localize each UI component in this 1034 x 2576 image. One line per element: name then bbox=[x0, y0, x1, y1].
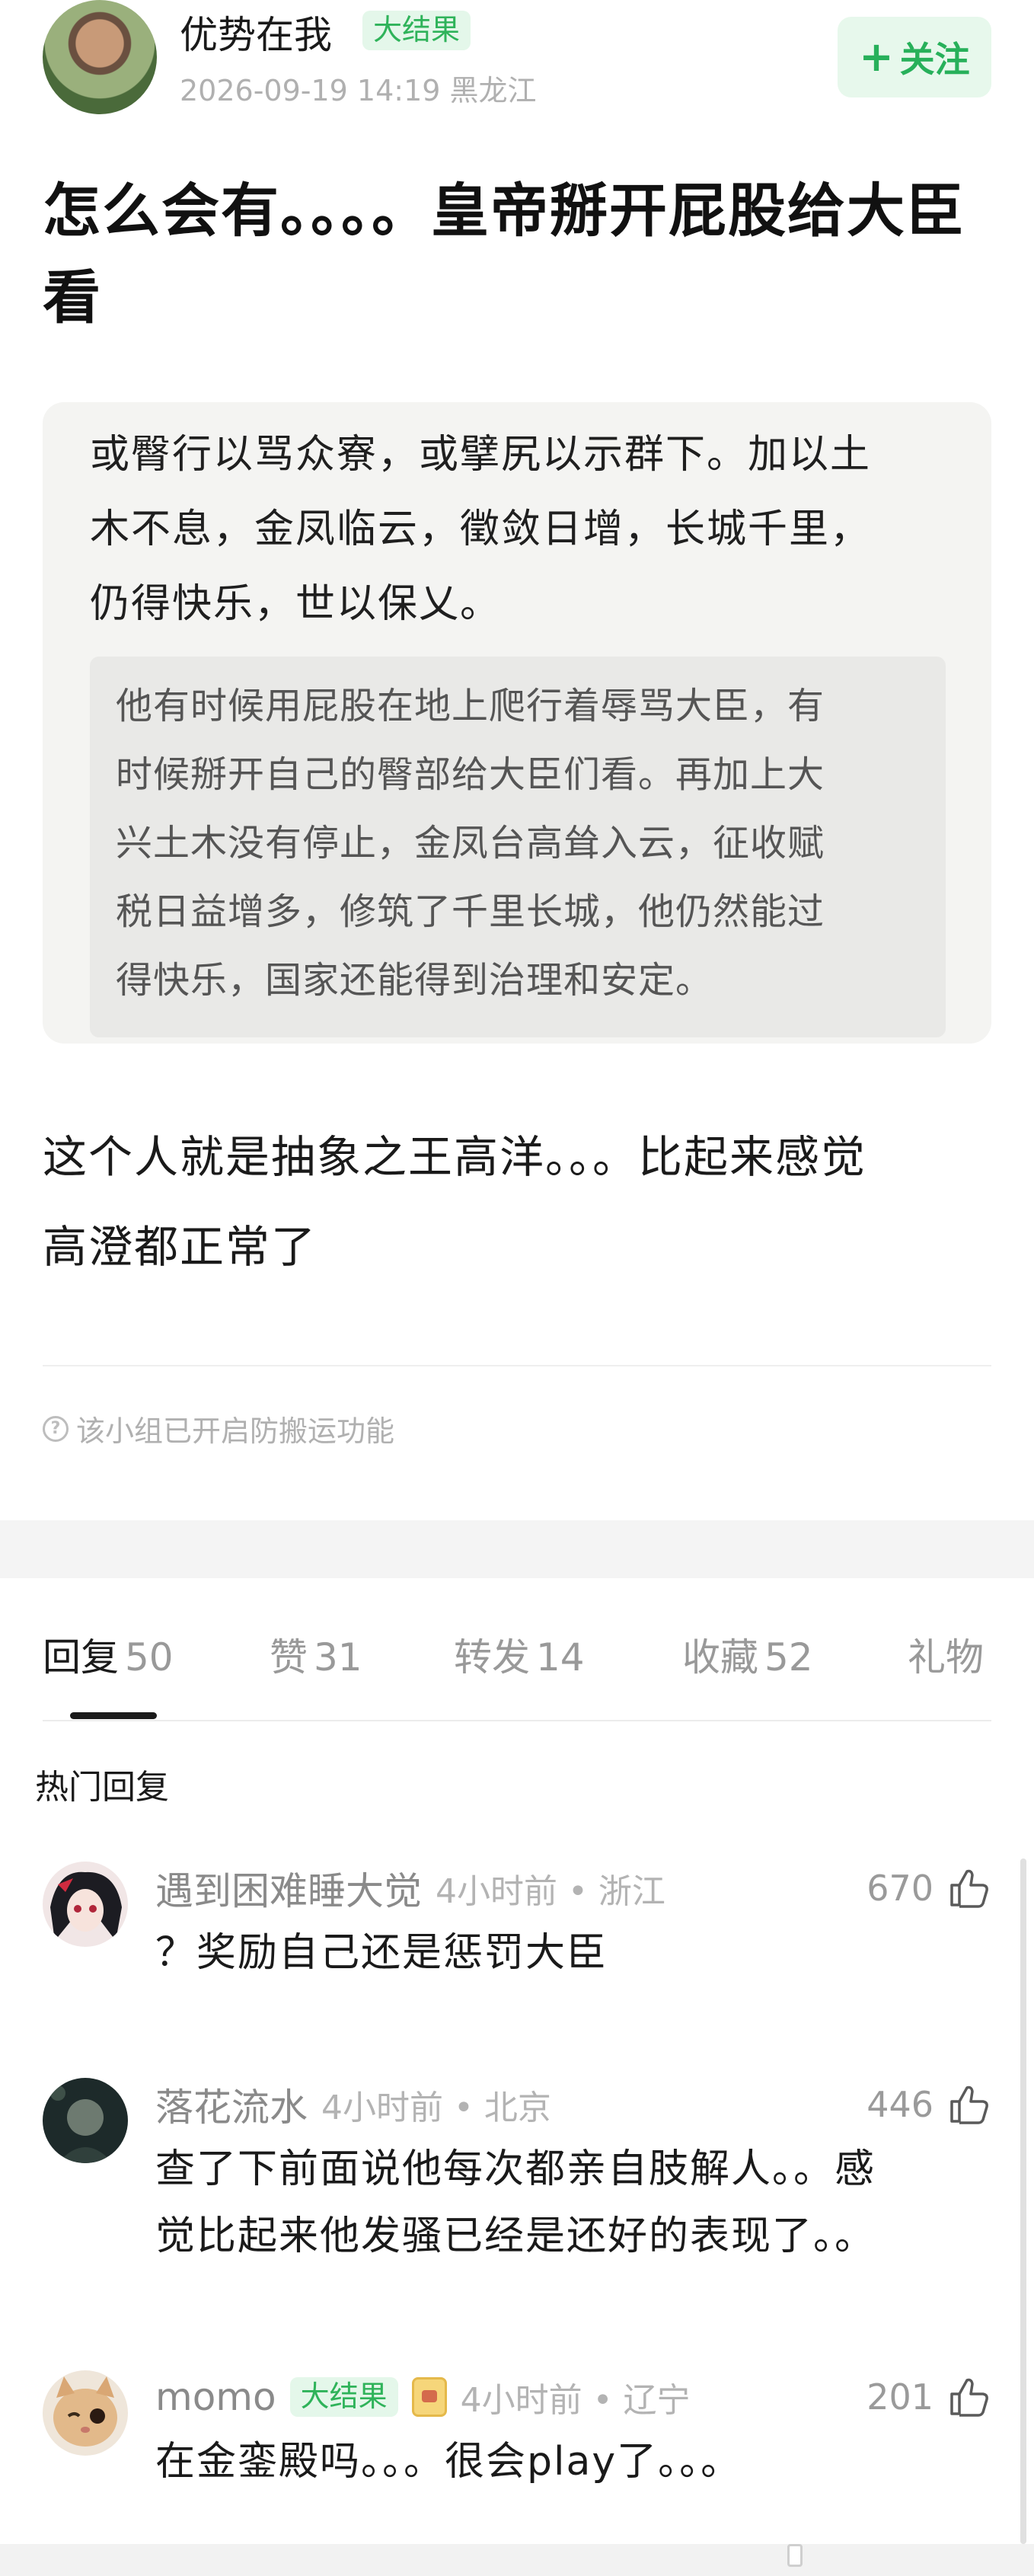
tab-count: 52 bbox=[764, 1635, 813, 1680]
translation-line: 他有时候用屁股在地上爬行着辱骂大臣，有 bbox=[116, 685, 825, 727]
comment-meta: 4小时前 • 浙江 bbox=[436, 1872, 665, 1911]
like-control[interactable]: 670 bbox=[866, 1862, 991, 1915]
tab-likes[interactable]: 赞 31 bbox=[270, 1627, 362, 1682]
tab-count: 31 bbox=[314, 1635, 362, 1680]
avatar-image bbox=[43, 1862, 128, 1947]
translation-line: 税日益增多，修筑了千里长城，他仍然能过 bbox=[116, 890, 825, 933]
quote-line-text: 或臀行以骂众寮，或擘尻以示群下。加以土 bbox=[90, 432, 872, 478]
level-medal-icon bbox=[411, 2377, 447, 2417]
author-badge: 大结果 bbox=[362, 11, 471, 50]
follow-label: 关注 bbox=[899, 39, 970, 80]
bottom-bar bbox=[0, 2544, 1034, 2576]
translation-box: 他有时候用屁股在地上爬行着辱骂大臣，有 时候掰开自己的臀部给大臣们看。再加上大 … bbox=[90, 657, 946, 1037]
like-control[interactable]: 201 bbox=[866, 2370, 991, 2424]
comment-header: 遇到困难睡大觉 4小时前 • 浙江 bbox=[155, 1862, 665, 1915]
like-control[interactable]: 446 bbox=[866, 2078, 991, 2131]
comment-text: ？奖励自己还是惩罚大臣 bbox=[155, 1919, 993, 1986]
tab-count: 50 bbox=[125, 1635, 174, 1680]
commenter-name[interactable]: 遇到困难睡大觉 bbox=[155, 1861, 422, 1916]
comment-item: momo 大结果 4小时前 • 辽宁 201 在金銮殿吗。。。很会play了。。… bbox=[43, 2370, 991, 2500]
quote-line: 仍得快乐，世以保乂。 bbox=[90, 567, 965, 641]
author-avatar[interactable] bbox=[43, 0, 157, 114]
commenter-name[interactable]: momo bbox=[155, 2375, 276, 2419]
hot-replies-heading: 热门回复 bbox=[35, 1768, 169, 1807]
like-count: 446 bbox=[866, 2084, 933, 2125]
translation-line: 得快乐，国家还能得到治理和安定。 bbox=[116, 959, 713, 1002]
tab-label: 回复 bbox=[43, 1635, 119, 1680]
quote-card: 或臀行以骂众寮，或擘尻以示群下。加以土 木不息，金凤临云，徵敛日增，长城千里， … bbox=[43, 402, 991, 1044]
author-name[interactable]: 优势在我 bbox=[180, 5, 332, 59]
post-body: 这个人就是抽象之王高洋。。。比起来感觉 高澄都正常了 bbox=[43, 1112, 1002, 1292]
post-timestamp-location: 2026-09-19 14:19 黑龙江 bbox=[180, 74, 537, 107]
comment-header: 落花流水 4小时前 • 北京 bbox=[155, 2078, 551, 2131]
comment-meta: 4小时前 • 辽宁 bbox=[460, 2381, 691, 2420]
thumbs-up-icon bbox=[950, 2378, 988, 2417]
body-line: 这个人就是抽象之王高洋。。。比起来感觉 bbox=[43, 1131, 867, 1183]
tab-count: 14 bbox=[536, 1635, 585, 1680]
quote-line-text: 仍得快乐，世以保乂。 bbox=[90, 581, 502, 627]
comment-line: 觉比起来他发骚已经是还好的表现了。。 bbox=[155, 2213, 876, 2259]
comment-line: 查了下前面说他每次都亲自肢解人。。感 bbox=[155, 2146, 876, 2192]
comment-meta: 4小时前 • 北京 bbox=[321, 2089, 551, 2127]
divider bbox=[43, 1365, 991, 1366]
interaction-tabs: 回复 50 赞 31 转发 14 收藏 52 礼物 bbox=[43, 1627, 991, 1719]
tab-reposts[interactable]: 转发 14 bbox=[454, 1627, 585, 1682]
comment-text: 查了下前面说他每次都亲自肢解人。。感 觉比起来他发骚已经是还好的表现了。。 bbox=[155, 2136, 993, 2270]
commenter-avatar[interactable] bbox=[43, 1862, 128, 1947]
commenter-name[interactable]: 落花流水 bbox=[155, 2077, 308, 2132]
tab-label: 礼物 bbox=[908, 1635, 984, 1680]
follow-button[interactable]: + 关注 bbox=[838, 17, 991, 97]
anti-repost-notice: ? 该小组已开启防搬运功能 bbox=[43, 1408, 394, 1449]
section-separator bbox=[0, 1520, 1034, 1578]
like-count: 670 bbox=[866, 1868, 933, 1909]
home-indicator bbox=[787, 2544, 803, 2567]
comment-item: 落花流水 4小时前 • 北京 446 查了下前面说他每次都亲自肢解人。。感 觉比… bbox=[43, 2078, 991, 2268]
help-circle-icon: ? bbox=[43, 1415, 69, 1442]
tabs-divider bbox=[43, 1720, 991, 1721]
commenter-avatar[interactable] bbox=[43, 2370, 128, 2456]
notice-text: 该小组已开启防搬运功能 bbox=[76, 1414, 395, 1448]
like-count: 201 bbox=[866, 2376, 933, 2418]
avatar-image bbox=[43, 2370, 128, 2456]
commenter-badge: 大结果 bbox=[289, 2377, 398, 2417]
translation-line: 时候掰开自己的臀部给大臣们看。再加上大 bbox=[116, 753, 825, 796]
comment-line: ？奖励自己还是惩罚大臣 bbox=[155, 1930, 608, 1976]
quote-line: 或臀行以骂众寮，或擘尻以示群下。加以土 bbox=[90, 417, 965, 492]
quote-line-text: 木不息，金凤临云，徵敛日增，长城千里， bbox=[90, 507, 872, 552]
avatar-image bbox=[43, 2078, 128, 2163]
thumbs-up-icon bbox=[950, 2085, 988, 2124]
active-tab-indicator bbox=[70, 1712, 157, 1719]
plus-icon: + bbox=[859, 33, 894, 81]
tab-label: 收藏 bbox=[682, 1635, 758, 1680]
body-line: 高澄都正常了 bbox=[43, 1221, 318, 1273]
commenter-avatar[interactable] bbox=[43, 2078, 128, 2163]
thumbs-up-icon bbox=[950, 1869, 988, 1908]
tab-favorites[interactable]: 收藏 52 bbox=[682, 1627, 813, 1682]
tab-label: 转发 bbox=[454, 1635, 530, 1680]
comment-line: 在金銮殿吗。。。很会play了。。。 bbox=[155, 2439, 742, 2485]
author-header: 优势在我 大结果 2026-09-19 14:19 黑龙江 + 关注 bbox=[43, 0, 991, 122]
tab-gifts[interactable]: 礼物 bbox=[908, 1627, 984, 1682]
comment-item: 遇到困难睡大觉 4小时前 • 浙江 670 ？奖励自己还是惩罚大臣 bbox=[43, 1862, 991, 1976]
translation-line: 兴土木没有停止，金凤台高耸入云，征收赋 bbox=[116, 822, 825, 865]
quote-original: 或臀行以骂众寮，或擘尻以示群下。加以土 木不息，金凤临云，徵敛日增，长城千里， … bbox=[90, 417, 965, 641]
post-title: 怎么会有。。。。皇帝掰开屁股给大臣看 bbox=[43, 177, 965, 331]
comment-text: 在金銮殿吗。。。很会play了。。。 bbox=[155, 2428, 993, 2495]
quote-line: 木不息，金凤临云，徵敛日增，长城千里， bbox=[90, 492, 965, 567]
comment-header: momo 大结果 4小时前 • 辽宁 bbox=[155, 2370, 691, 2424]
tab-label: 赞 bbox=[270, 1635, 308, 1680]
scrollbar[interactable] bbox=[1020, 1858, 1026, 2544]
tab-replies[interactable]: 回复 50 bbox=[43, 1627, 174, 1682]
